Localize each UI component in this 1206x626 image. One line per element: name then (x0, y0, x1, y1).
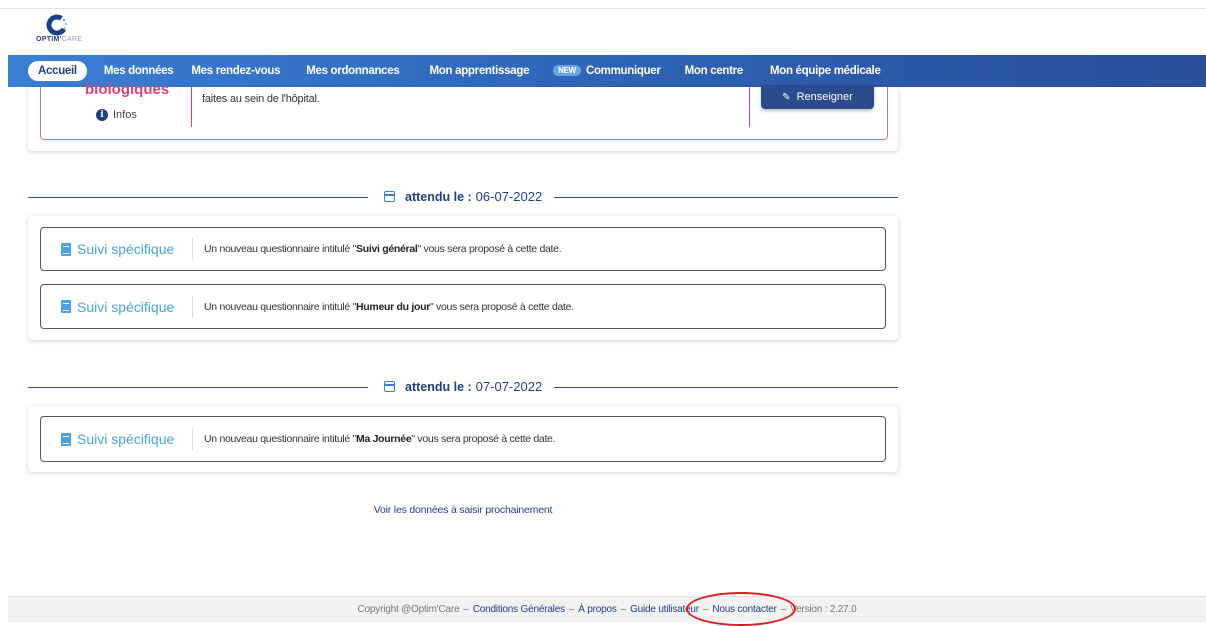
infos-link[interactable]: i Infos (96, 109, 137, 121)
conditions-generales-link[interactable]: Conditions Générales (473, 604, 565, 615)
pencil-icon: ✎ (782, 91, 791, 103)
info-icon: i (96, 109, 108, 121)
date-label-2: attendu le :07-07-2022 (384, 379, 542, 394)
questionnaire-description: Un nouveau questionnaire intitulé "Ma Jo… (204, 433, 556, 445)
bio-card-inner: biologiques i Infos faites au sein de l'h… (40, 81, 888, 140)
top-divider (0, 8, 1206, 9)
questionnaire-description: Un nouveau questionnaire intitulé "Humeu… (204, 300, 574, 313)
bio-description: faites au sein de l'hôpital. (202, 93, 320, 105)
bio-separator-left (191, 87, 192, 127)
version-text: Version : 2.27.0 (790, 604, 857, 615)
group-card-2: Suivi spécifique Un nouveau questionnair… (28, 406, 898, 472)
date-label-1: attendu le :06-07-2022 (384, 189, 542, 204)
suivi-type: Suivi spécifique (41, 299, 192, 315)
calendar-icon (384, 191, 395, 202)
bio-title: biologiques (85, 81, 170, 98)
new-badge: NEW (553, 65, 581, 76)
voir-donnees-link[interactable]: Voir les données à saisir prochainement (0, 504, 926, 516)
renseigner-button[interactable]: ✎ Renseigner (761, 85, 874, 109)
optimcare-logo[interactable]: OPTIM'CARE (36, 14, 96, 48)
document-icon (61, 242, 71, 256)
document-icon (61, 300, 71, 313)
a-propos-link[interactable]: À propos (578, 604, 617, 615)
logo-mark-icon (46, 14, 68, 36)
group-card-1: Suivi spécifique Un nouveau questionnair… (28, 216, 898, 340)
nav-mes-rendez-vous[interactable]: Mes rendez-vous (191, 65, 280, 77)
nav-mon-equipe-medicale[interactable]: Mon équipe médicale (770, 65, 881, 77)
nav-communiquer[interactable]: NEW Communiquer (553, 65, 661, 77)
list-item[interactable]: Suivi spécifique Un nouveau questionnair… (40, 227, 886, 271)
nav-mes-donnees[interactable]: Mes données (104, 65, 174, 77)
footer: Copyright @Optim'Care – Conditions Génér… (8, 596, 1206, 622)
nav-mon-apprentissage[interactable]: Mon apprentissage (429, 65, 529, 77)
suivi-type: Suivi spécifique (41, 431, 192, 447)
date-divider-1: attendu le :06-07-2022 (28, 189, 898, 205)
date-divider-2: attendu le :07-07-2022 (28, 379, 898, 395)
copyright-text: Copyright @Optim'Care (357, 604, 460, 615)
questionnaire-description: Un nouveau questionnaire intitulé "Suivi… (204, 243, 562, 255)
logo-wordmark: OPTIM'CARE (36, 36, 83, 43)
list-item[interactable]: Suivi spécifique Un nouveau questionnair… (40, 416, 886, 462)
nav-accueil[interactable]: Accueil (28, 61, 87, 81)
bio-card: biologiques i Infos faites au sein de l'h… (28, 81, 898, 151)
suivi-type: Suivi spécifique (41, 241, 192, 257)
guide-utilisateur-link[interactable]: Guide utilisateur (630, 604, 699, 615)
nous-contacter-link[interactable]: Nous contacter (712, 604, 777, 615)
main-nav: Accueil Mes données Mes rendez-vous Mes … (8, 55, 1206, 87)
document-icon (61, 432, 71, 446)
nav-mes-ordonnances[interactable]: Mes ordonnances (306, 65, 400, 77)
bio-separator-right (749, 87, 750, 127)
calendar-icon (384, 381, 395, 392)
nav-mon-centre[interactable]: Mon centre (685, 65, 744, 77)
list-item[interactable]: Suivi spécifique Un nouveau questionnair… (40, 284, 886, 329)
